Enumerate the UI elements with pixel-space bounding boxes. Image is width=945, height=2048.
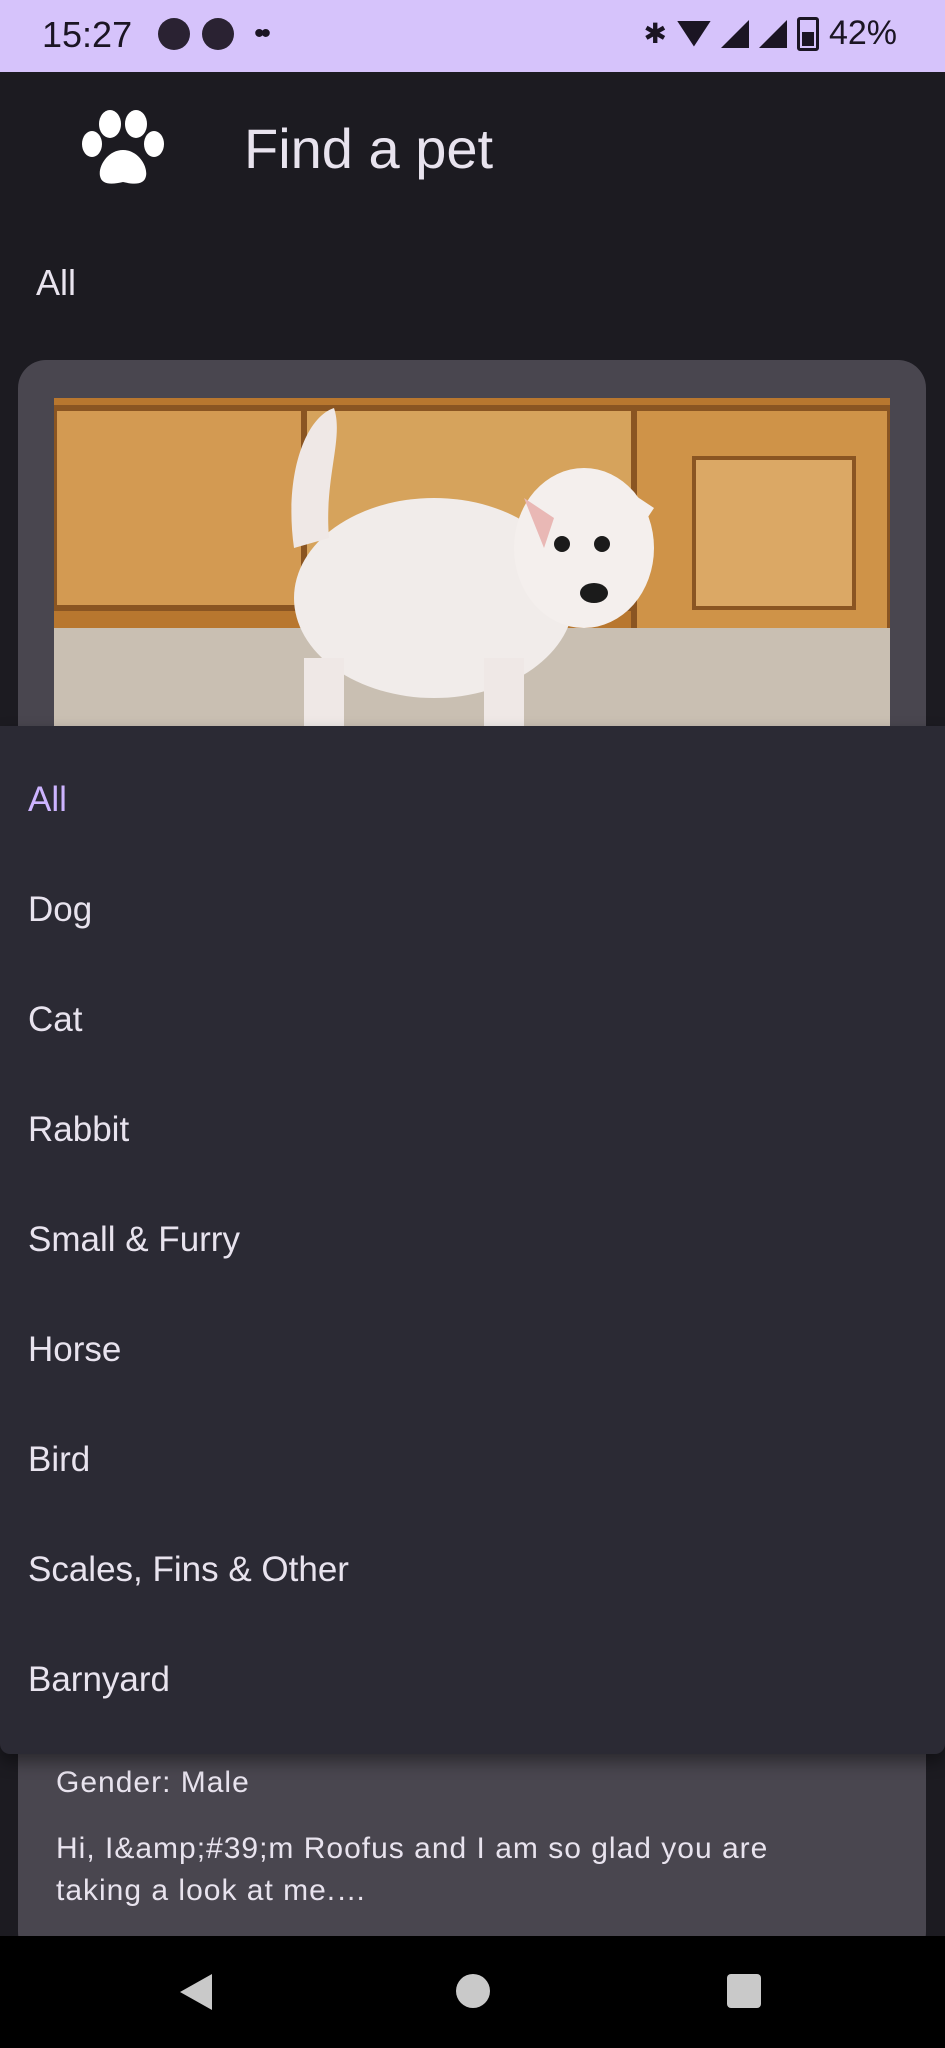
bluetooth-icon: ✱ [643,18,667,49]
page-title: Find a pet [244,117,494,180]
menu-item-scales-fins-other[interactable]: Scales, Fins & Other [28,1550,349,1590]
recents-icon[interactable] [727,1974,761,2008]
menu-item-cat[interactable]: Cat [28,1000,82,1040]
menu-item-horse[interactable]: Horse [28,1330,121,1370]
battery-icon [796,16,819,51]
status-time: 15:27 [42,14,133,55]
signal-icon-2 [758,19,787,48]
status-bar: 15:27 •• ✱ 42% [0,0,945,72]
pet-gender: Gender: Male [56,1766,250,1799]
menu-item-dog[interactable]: Dog [28,890,92,930]
animal-type-filter[interactable]: All [36,262,76,304]
menu-item-small-furry[interactable]: Small & Furry [28,1220,240,1260]
system-icons: ✱ 42% [643,14,897,53]
menu-item-all[interactable]: All [28,780,67,820]
messenger-icon [202,18,234,50]
wifi-icon [676,20,711,47]
home-icon[interactable] [456,1974,490,2008]
notification-icons: •• [158,17,271,50]
more-notifications-icon: •• [254,17,271,50]
paw-icon [82,110,164,184]
battery-percent: 42% [828,14,897,52]
signal-icon [720,19,749,48]
animal-type-dropdown-menu: All Dog Cat Rabbit Small & Furry Horse B… [0,726,945,1754]
menu-item-bird[interactable]: Bird [28,1440,90,1480]
menu-item-rabbit[interactable]: Rabbit [28,1110,129,1150]
back-icon[interactable] [180,1974,212,2010]
pet-photo [54,398,890,728]
pet-description: Hi, I&amp;#39;m Roofus and I am so glad … [56,1832,769,1907]
photo-app-icon [158,18,190,50]
menu-item-barnyard[interactable]: Barnyard [28,1660,170,1700]
